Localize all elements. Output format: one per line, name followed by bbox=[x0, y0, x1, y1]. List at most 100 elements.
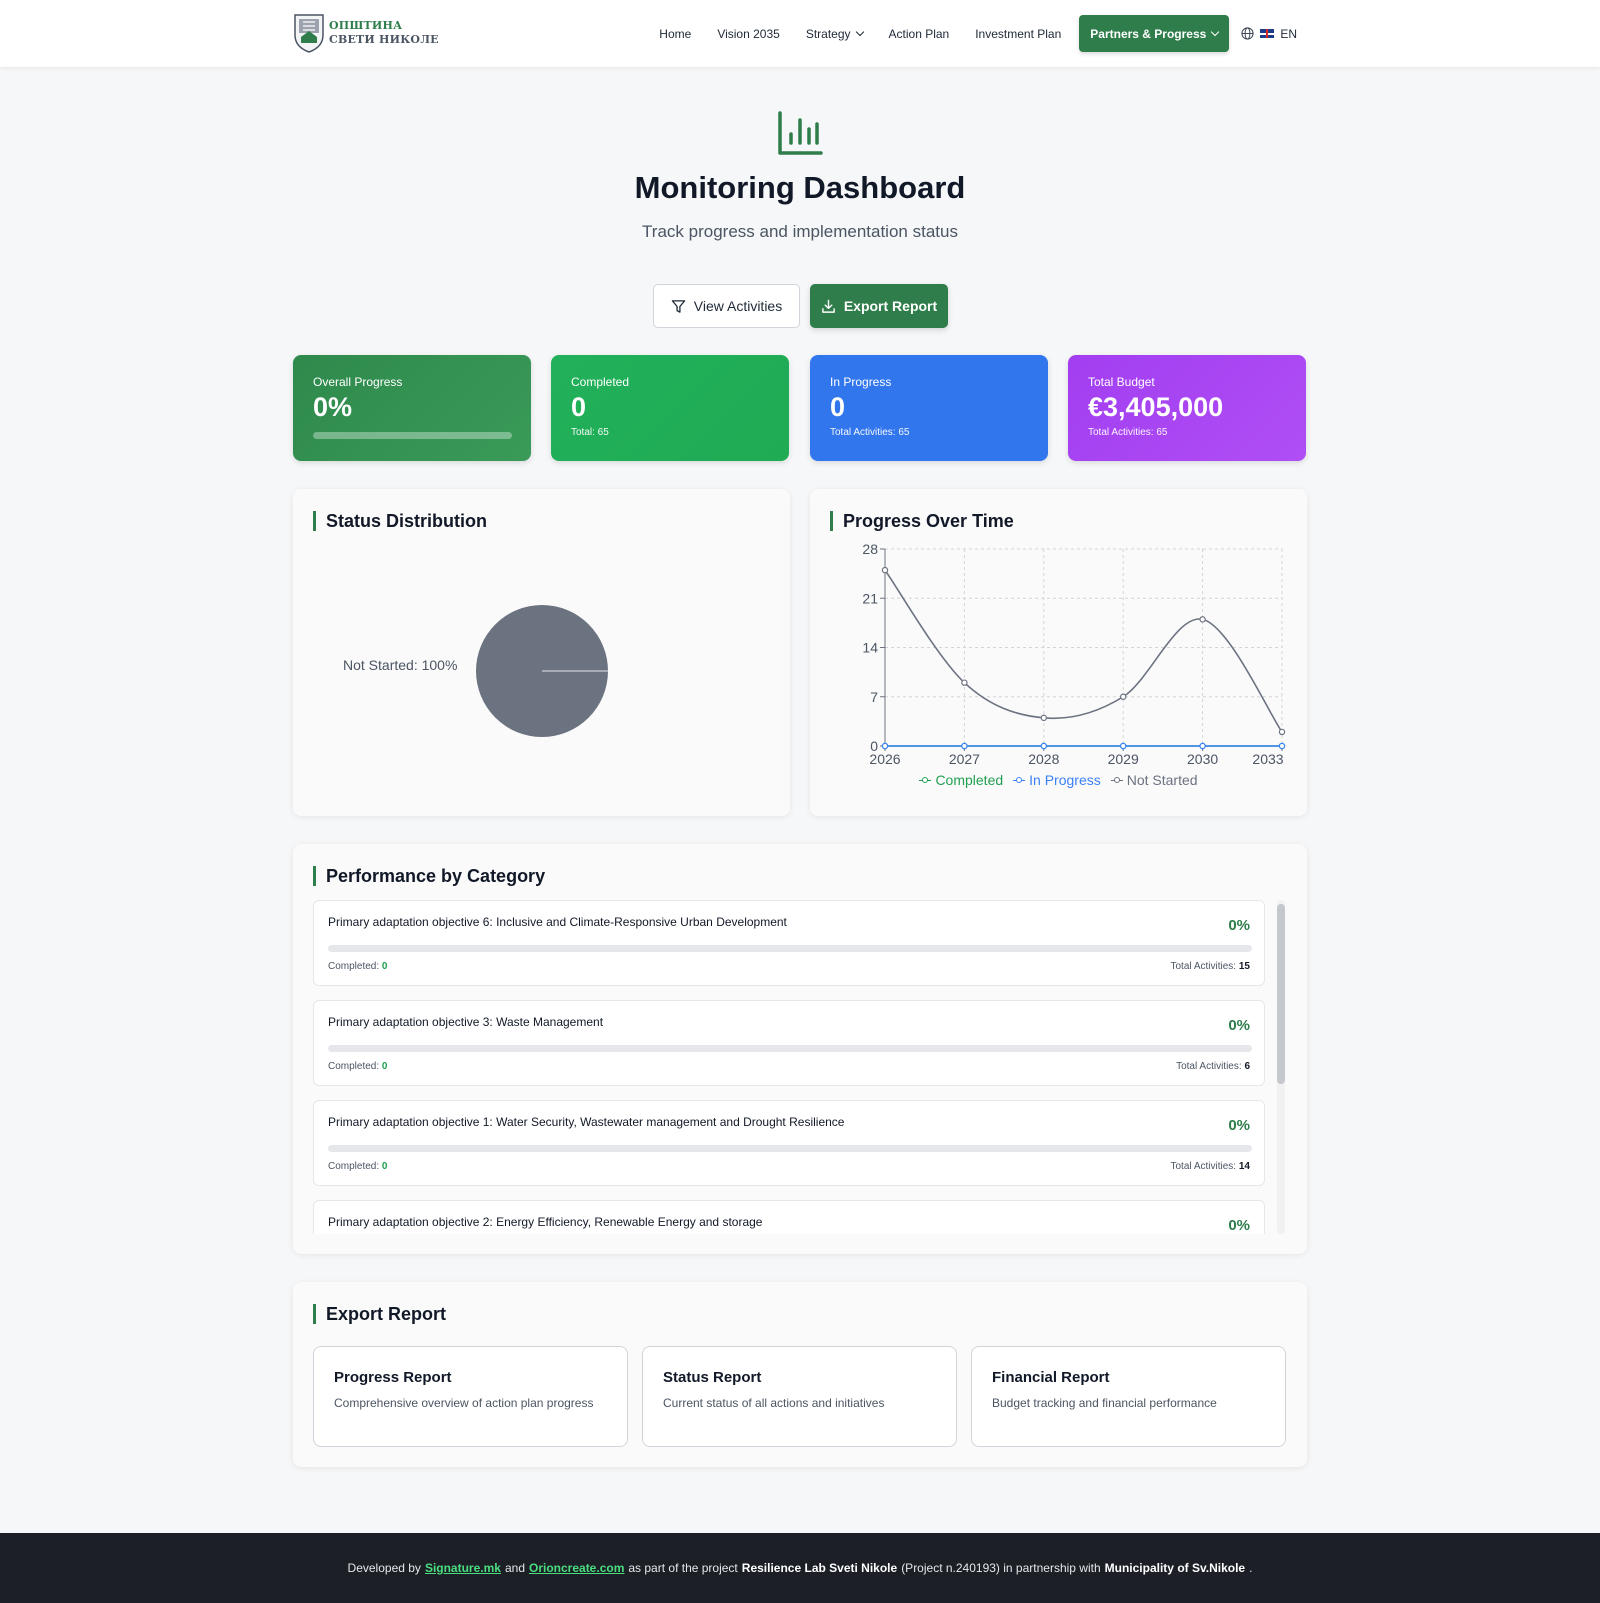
data-point bbox=[1120, 693, 1127, 700]
category-item: Primary adaptation objective 1: Water Se… bbox=[313, 1100, 1265, 1186]
financial-report-card[interactable]: Financial Report Budget tracking and fin… bbox=[971, 1346, 1286, 1447]
nav-strategy-label: Strategy bbox=[805, 26, 851, 41]
data-point bbox=[1278, 742, 1286, 750]
x-tick-label: 2026 bbox=[869, 751, 900, 767]
footer: Developed by Signature.mk and Orioncreat… bbox=[0, 1533, 1600, 1603]
language-switcher[interactable]: EN bbox=[1241, 27, 1297, 41]
stat-label: Overall Progress bbox=[313, 375, 403, 389]
data-point bbox=[1199, 616, 1206, 623]
in-progress-card: In Progress 0 Total Activities: 65 bbox=[810, 355, 1048, 461]
completed-label: Completed: bbox=[328, 1161, 380, 1172]
main-nav: Home Vision 2035 Strategy Action Plan In… bbox=[646, 15, 1600, 52]
logo-line-1: ОПШТИНА bbox=[329, 19, 403, 32]
pie-slice-label: Not Started: 100% bbox=[343, 657, 458, 673]
report-description: Comprehensive overview of action plan pr… bbox=[334, 1396, 594, 1410]
data-point bbox=[1120, 742, 1127, 750]
download-icon bbox=[822, 299, 835, 313]
view-activities-button[interactable]: View Activities bbox=[653, 284, 800, 328]
category-total: Total Activities: 14 bbox=[1171, 1161, 1251, 1172]
completed-count: 0 bbox=[381, 1161, 388, 1172]
completed-label: Completed: bbox=[328, 1061, 380, 1072]
y-tick-label: 28 bbox=[862, 541, 878, 557]
nav-vision-2035[interactable]: Vision 2035 bbox=[704, 15, 793, 52]
legend-label: In Progress bbox=[1029, 772, 1101, 788]
orioncreate-link[interactable]: Orioncreate.com bbox=[529, 1561, 624, 1575]
municipality-logo[interactable]: ОПШТИНА СВЕТИ НИКОЛЕ bbox=[293, 13, 439, 53]
data-point bbox=[1278, 728, 1286, 736]
category-progress-bar bbox=[328, 1045, 1252, 1052]
uk-flag-icon bbox=[1260, 29, 1275, 38]
x-tick-label: 2029 bbox=[1108, 751, 1139, 767]
nav-investment-plan[interactable]: Investment Plan bbox=[962, 15, 1074, 52]
progress-line-chart: 071421282026 2027 2028 2029 2030 2033 bbox=[862, 541, 1286, 767]
report-description: Budget tracking and financial performanc… bbox=[992, 1396, 1217, 1410]
category-scrollbar[interactable] bbox=[1277, 900, 1285, 1234]
total-count: 15 bbox=[1238, 961, 1250, 972]
chevron-down-icon bbox=[855, 27, 864, 36]
status-pie-chart bbox=[476, 605, 608, 737]
data-point bbox=[961, 742, 968, 750]
stat-value: €3,405,000 bbox=[1088, 392, 1224, 422]
total-count: 6 bbox=[1244, 1061, 1250, 1072]
nav-partners-progress-label: Partners & Progress bbox=[1090, 26, 1207, 41]
legend-completed[interactable]: Completed bbox=[919, 772, 1003, 788]
signature-link[interactable]: Signature.mk bbox=[425, 1561, 501, 1575]
completed-label: Completed: bbox=[328, 961, 380, 972]
footer-project-no: (Project n.240193) in partnership with bbox=[901, 1561, 1101, 1575]
stat-label: In Progress bbox=[830, 375, 892, 389]
category-completed: Completed: 0 bbox=[328, 961, 387, 972]
export-report-button[interactable]: Export Report bbox=[810, 284, 948, 328]
overall-progress-bar bbox=[313, 432, 512, 439]
report-title: Financial Report bbox=[992, 1369, 1110, 1386]
category-list[interactable]: Primary adaptation objective 6: Inclusiv… bbox=[313, 900, 1265, 1234]
performance-by-category-panel: Performance by Category Primary adaptati… bbox=[293, 844, 1307, 1254]
panel-title: Status Distribution bbox=[313, 511, 487, 531]
total-label: Total Activities: bbox=[1176, 1061, 1242, 1072]
legend-in-progress[interactable]: In Progress bbox=[1013, 772, 1101, 788]
report-title: Status Report bbox=[663, 1369, 762, 1386]
category-name: Primary adaptation objective 6: Inclusiv… bbox=[328, 915, 787, 929]
legend-marker-icon bbox=[919, 776, 932, 784]
data-point bbox=[881, 566, 889, 574]
y-tick-label: 7 bbox=[870, 689, 878, 705]
category-item: Primary adaptation objective 6: Inclusiv… bbox=[313, 900, 1265, 986]
stat-sub: Total Activities: 65 bbox=[830, 427, 910, 438]
category-completed: Completed: 0 bbox=[328, 1161, 387, 1172]
report-title: Progress Report bbox=[334, 1369, 452, 1386]
progress-report-card[interactable]: Progress Report Comprehensive overview o… bbox=[313, 1346, 628, 1447]
y-tick-label: 14 bbox=[862, 640, 878, 656]
stat-label: Total Budget bbox=[1088, 375, 1155, 389]
view-activities-label: View Activities bbox=[693, 298, 783, 314]
total-count: 14 bbox=[1238, 1161, 1250, 1172]
category-name: Primary adaptation objective 2: Energy E… bbox=[328, 1215, 763, 1229]
legend-not-started[interactable]: Not Started bbox=[1110, 772, 1198, 788]
logo-text: ОПШТИНА СВЕТИ НИКОЛЕ bbox=[329, 19, 439, 47]
report-description: Current status of all actions and initia… bbox=[663, 1396, 885, 1410]
nav-home[interactable]: Home bbox=[646, 15, 704, 52]
category-total: Total Activities: 15 bbox=[1171, 961, 1251, 972]
stat-value: 0 bbox=[830, 392, 846, 422]
nav-partners-progress[interactable]: Partners & Progress bbox=[1079, 15, 1230, 52]
footer-middle: as part of the project bbox=[628, 1561, 738, 1575]
stat-sub: Total Activities: 65 bbox=[1088, 427, 1168, 438]
nav-strategy[interactable]: Strategy bbox=[793, 15, 876, 52]
total-label: Total Activities: bbox=[1170, 961, 1237, 972]
category-progress-bar bbox=[328, 945, 1252, 952]
scrollbar-thumb[interactable] bbox=[1277, 904, 1285, 1084]
stat-sub: Total: 65 bbox=[571, 427, 609, 438]
page-subtitle: Track progress and implementation status bbox=[642, 222, 958, 241]
category-percent: 0% bbox=[1228, 1217, 1250, 1234]
coat-of-arms-icon bbox=[294, 14, 324, 53]
completed-count: 0 bbox=[381, 961, 388, 972]
footer-project: Resilience Lab Sveti Nikole bbox=[741, 1561, 898, 1575]
stat-label: Completed bbox=[571, 375, 630, 389]
status-report-card[interactable]: Status Report Current status of all acti… bbox=[642, 1346, 957, 1447]
chevron-down-icon bbox=[1211, 27, 1220, 36]
nav-action-plan[interactable]: Action Plan bbox=[876, 15, 963, 52]
language-label: EN bbox=[1280, 26, 1297, 41]
category-percent: 0% bbox=[1228, 1017, 1250, 1034]
data-point bbox=[881, 742, 889, 750]
x-tick-label: 2027 bbox=[949, 751, 980, 767]
legend-marker-icon bbox=[1013, 776, 1026, 784]
panel-title: Performance by Category bbox=[313, 866, 545, 886]
